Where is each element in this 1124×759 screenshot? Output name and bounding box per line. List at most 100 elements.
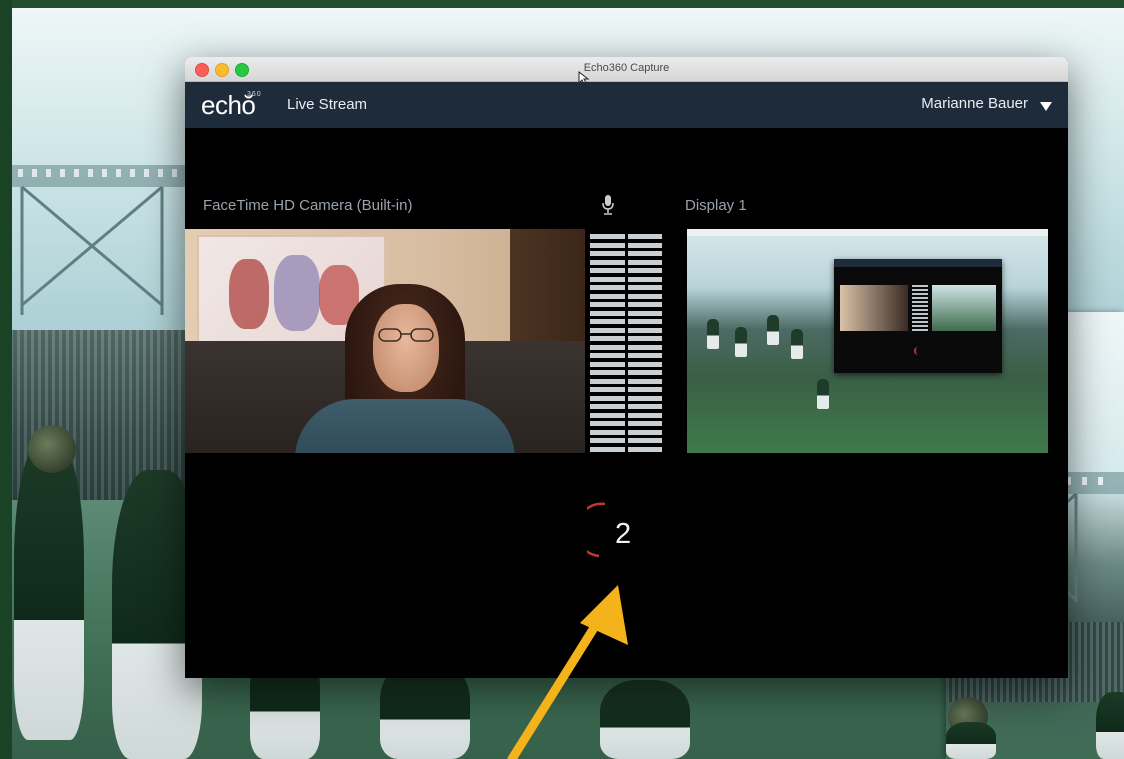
audio-meter-row [590, 421, 662, 427]
audio-meter-segment [590, 404, 625, 410]
audio-meter-segment [627, 429, 662, 435]
football-player [735, 327, 747, 357]
audio-meter-segment [627, 344, 662, 350]
camera-preview[interactable] [185, 229, 585, 453]
audio-meter-segment [590, 421, 625, 427]
audio-meter-row [590, 242, 662, 248]
audio-meter-row [590, 251, 662, 257]
audio-meter-row [590, 438, 662, 444]
display-source-label[interactable]: Display 1 [685, 197, 747, 214]
microphone-icon[interactable] [601, 194, 615, 216]
audio-meter-row [590, 293, 662, 299]
presenter-shirt [295, 399, 515, 453]
stadium-light-truss [12, 165, 212, 315]
audio-meter-segment [590, 259, 625, 265]
audio-meter-segment [590, 344, 625, 350]
audio-meter-segment [627, 370, 662, 376]
user-menu-name[interactable]: Marianne Bauer [921, 95, 1028, 112]
audio-meter-row [590, 319, 662, 325]
audio-meter-segment [627, 438, 662, 444]
audio-meter-row [590, 412, 662, 418]
audio-meter-row [590, 387, 662, 393]
audio-meter-segment [627, 421, 662, 427]
audio-meter-row [590, 285, 662, 291]
audio-meter-segment [627, 336, 662, 342]
audio-meter-segment [590, 242, 625, 248]
desktop-left-edge [0, 0, 12, 759]
audio-meter-row [590, 310, 662, 316]
mini-menubar [687, 229, 1048, 236]
audio-meter-row [590, 336, 662, 342]
audio-meter-row [590, 361, 662, 367]
audio-meter-segment [590, 276, 625, 282]
football-player [767, 315, 779, 345]
recording-countdown: 2 [587, 500, 637, 560]
audio-meter-segment [627, 412, 662, 418]
audio-meter-segment [590, 412, 625, 418]
football-player [817, 379, 829, 409]
audio-meter-row [590, 268, 662, 274]
audio-meter-row [590, 302, 662, 308]
nested-capture-window [834, 259, 1002, 373]
countdown-number: 2 [615, 518, 632, 550]
audio-level-meter [590, 234, 662, 452]
chevron-down-icon[interactable] [1040, 102, 1052, 111]
audio-meter-segment [627, 387, 662, 393]
audio-meter-segment [627, 285, 662, 291]
audio-meter-segment [590, 438, 625, 444]
desktop-top-strip [0, 0, 1124, 8]
audio-meter-segment [627, 302, 662, 308]
audio-meter-segment [627, 327, 662, 333]
audio-meter-segment [627, 242, 662, 248]
audio-meter-segment [627, 310, 662, 316]
audio-meter-segment [627, 268, 662, 274]
audio-meter-segment [590, 302, 625, 308]
audio-meter-segment [590, 319, 625, 325]
audio-meter-segment [627, 319, 662, 325]
preview-area [185, 229, 1068, 455]
audio-meter-row [590, 259, 662, 265]
football-player [14, 440, 84, 740]
football-player [600, 680, 690, 759]
app-header: echŏ 360 Live Stream Marianne Bauer [185, 82, 1068, 128]
audio-meter-segment [627, 361, 662, 367]
presenter-glasses [378, 328, 434, 342]
audio-meter-segment [590, 429, 625, 435]
audio-meter-segment [627, 395, 662, 401]
audio-meter-row [590, 404, 662, 410]
audio-meter-segment [627, 446, 662, 452]
audio-meter-row [590, 276, 662, 282]
audio-meter-segment [590, 293, 625, 299]
echo-logo-mark: 360 [247, 91, 262, 98]
audio-meter-row [590, 353, 662, 359]
display-preview[interactable] [687, 229, 1048, 453]
football-player [946, 722, 996, 759]
window-title: Echo360 Capture [583, 62, 670, 74]
audio-meter-segment [627, 293, 662, 299]
presenter-face [373, 304, 439, 392]
audio-meter-segment [627, 259, 662, 265]
audio-meter-segment [627, 251, 662, 257]
audio-meter-row [590, 395, 662, 401]
audio-meter-row [590, 429, 662, 435]
audio-meter-segment [627, 353, 662, 359]
window-titlebar[interactable]: Echo360 Capture [185, 57, 1068, 85]
audio-meter-row [590, 344, 662, 350]
audio-meter-segment [590, 395, 625, 401]
audio-meter-segment [590, 370, 625, 376]
audio-meter-segment [627, 378, 662, 384]
echo360-capture-window: Echo360 Capture echŏ 360 Live Stream Mar… [185, 57, 1068, 678]
audio-meter-segment [590, 251, 625, 257]
audio-meter-row [590, 446, 662, 452]
audio-meter-segment [590, 387, 625, 393]
camera-source-label[interactable]: FaceTime HD Camera (Built-in) [203, 197, 412, 214]
football-helmet [28, 425, 76, 473]
section-title: Live Stream [287, 96, 368, 113]
audio-meter-row [590, 234, 662, 239]
audio-meter-segment [590, 285, 625, 291]
football-player [707, 319, 719, 349]
source-labels: FaceTime HD Camera (Built-in) Display 1 [185, 128, 1068, 226]
audio-meter-segment [590, 336, 625, 342]
audio-meter-segment [627, 404, 662, 410]
audio-meter-segment [590, 361, 625, 367]
